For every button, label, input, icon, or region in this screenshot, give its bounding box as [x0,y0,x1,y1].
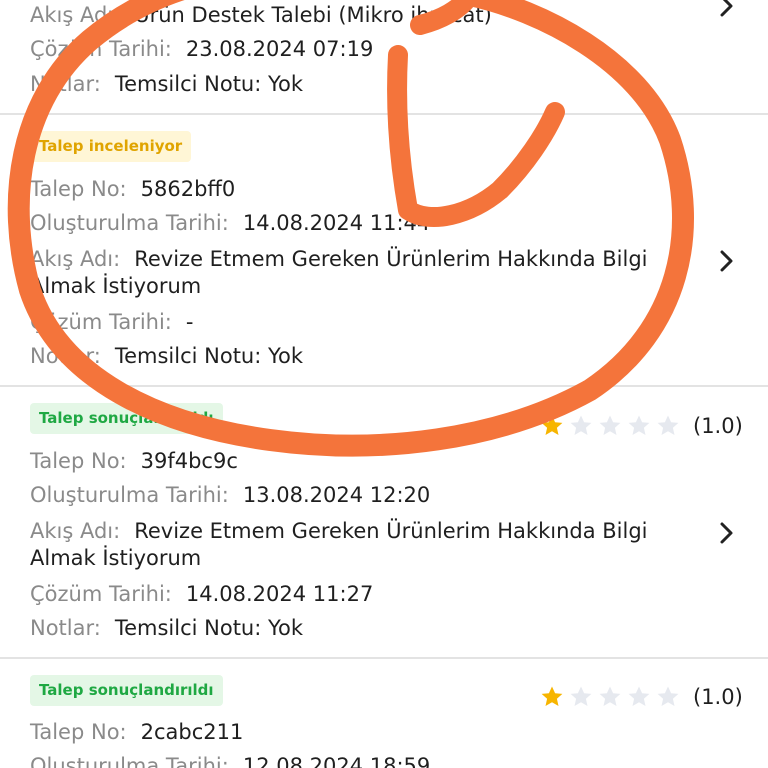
resolved-date-row: Çözüm Tarihi: - [30,309,698,336]
status-badge: Talep inceleniyor [30,131,192,162]
created-date-value: 12.08.2024 18:59 [242,754,431,768]
flow-name-row: Akış Adı: Ürün Destek Talebi (Mikro ihrac… [30,2,698,29]
flow-name-value: Revize Etmem Gereken Ürünlerim Hakkında … [30,519,648,570]
request-no-row: Talep No: 2cabc211 [30,719,698,746]
created-date-label: Oluşturulma Tarihi: [30,483,229,507]
rating: (1.0) [540,411,743,441]
chevron-right-icon[interactable] [716,519,738,547]
notes-label: Notlar: [30,344,101,368]
flow-name-label: Akış Adı: [30,519,121,543]
created-date-row: Oluşturulma Tarihi: 13.08.2024 12:20 [30,482,698,509]
star-icon [657,686,679,706]
request-no-label: Talep No: [30,449,127,473]
flow-name-value: Ürün Destek Talebi (Mikro ihracat) [134,3,492,27]
request-no-row: Talep No: 39f4bc9c [30,448,698,475]
created-date-row: Oluşturulma Tarihi: 12.08.2024 18:59 [30,753,698,768]
resolved-date-row: Çözüm Tarihi: 23.08.2024 07:19 [30,36,698,63]
notes-value: Temsilci Notu: Yok [114,344,304,368]
star-icon [628,415,650,435]
star-icon [599,686,621,706]
star-icon [628,686,650,706]
request-no-label: Talep No: [30,177,127,201]
status-badge: Talep sonuçlandırıldı [30,675,223,706]
resolved-date-label: Çözüm Tarihi: [30,582,172,606]
chevron-right-icon[interactable] [716,247,738,275]
support-requests-list: Akış Adı: Ürün Destek Talebi (Mikro ihrac… [0,0,768,768]
flow-name-label: Akış Adı: [30,3,121,27]
resolved-date-row: Çözüm Tarihi: 14.08.2024 11:27 [30,581,698,608]
star-icon [657,415,679,435]
request-card-2[interactable]: Talep sonuçlandırıldı (1.0) Talep No: 39f… [0,387,768,657]
created-date-value: 13.08.2024 12:20 [242,483,431,507]
created-date-value: 14.08.2024 11:44 [242,211,431,235]
resolved-date-value: - [185,310,194,334]
notes-row: Notlar: Temsilci Notu: Yok [30,615,698,642]
created-date-label: Oluşturulma Tarihi: [30,211,229,235]
notes-label: Notlar: [30,72,101,96]
star-icon [541,415,563,435]
flow-name-row: Akış Adı: Revize Etmem Gereken Ürünlerim … [30,246,670,300]
request-no-value: 5862bff0 [140,177,236,201]
rating-value: (1.0) [693,414,743,438]
notes-value: Temsilci Notu: Yok [114,616,304,640]
rating-value: (1.0) [693,685,743,709]
notes-row: Notlar: Temsilci Notu: Yok [30,71,698,98]
resolved-date-label: Çözüm Tarihi: [30,310,172,334]
star-icon [599,415,621,435]
star-icon [541,686,563,706]
request-no-value: 39f4bc9c [140,449,238,473]
created-date-row: Oluşturulma Tarihi: 14.08.2024 11:44 [30,210,698,237]
notes-row: Notlar: Temsilci Notu: Yok [30,343,698,370]
star-icon [570,415,592,435]
notes-label: Notlar: [30,616,101,640]
created-date-label: Oluşturulma Tarihi: [30,754,229,768]
request-card-3[interactable]: Talep sonuçlandırıldı (1.0) Talep No: 2ca… [0,659,768,768]
request-no-value: 2cabc211 [140,720,244,744]
request-card-1[interactable]: Talep inceleniyor Talep No: 5862bff0 Oluş… [0,115,768,385]
request-card-0[interactable]: Akış Adı: Ürün Destek Talebi (Mikro ihrac… [0,0,768,113]
status-badge: Talep sonuçlandırıldı [30,403,223,434]
resolved-date-value: 23.08.2024 07:19 [185,37,374,61]
notes-value: Temsilci Notu: Yok [114,72,304,96]
request-no-label: Talep No: [30,720,127,744]
resolved-date-value: 14.08.2024 11:27 [185,582,374,606]
flow-name-row: Akış Adı: Revize Etmem Gereken Ürünlerim … [30,518,670,572]
flow-name-label: Akış Adı: [30,247,121,271]
chevron-right-icon[interactable] [716,0,738,20]
request-no-row: Talep No: 5862bff0 [30,176,698,203]
flow-name-value: Revize Etmem Gereken Ürünlerim Hakkında … [30,247,648,298]
rating: (1.0) [540,682,743,712]
resolved-date-label: Çözüm Tarihi: [30,37,172,61]
star-icon [570,686,592,706]
